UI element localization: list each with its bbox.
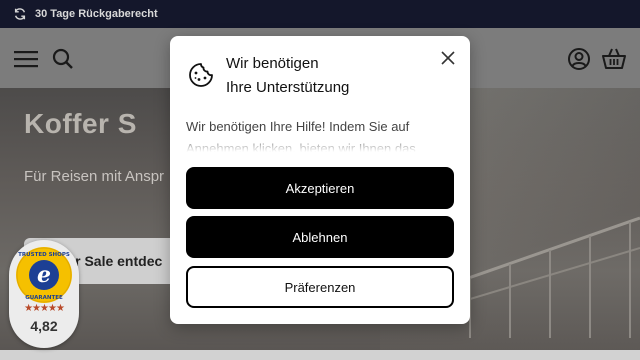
rating-value: 4,82: [30, 318, 58, 334]
hero-title: Koffer S: [24, 108, 137, 139]
hero-subtitle: Für Reisen mit Anspr: [24, 168, 165, 185]
modal-title-line-1: Wir benötigen: [226, 55, 319, 72]
modal-body-text: Wir benötigen Ihre Hilfe! Indem Sie auf …: [186, 119, 416, 152]
seal-letter: e: [37, 262, 51, 288]
seal-top-text: TRUSTED SHOPS: [18, 252, 70, 258]
content-strip: [0, 350, 640, 360]
trusted-shops-badge[interactable]: e TRUSTED SHOPS GUARANTEE ★★★★★ 4,82: [9, 240, 79, 348]
hero-railing-graphic: [440, 216, 640, 338]
refresh-icon: [14, 8, 26, 20]
accept-button[interactable]: Akzeptieren: [186, 167, 454, 209]
account-icon[interactable]: [566, 46, 592, 72]
preferences-button[interactable]: Präferenzen: [186, 266, 454, 308]
cookie-icon: [189, 63, 213, 87]
menu-icon[interactable]: [13, 46, 39, 72]
return-policy-text: 30 Tage Rückgaberecht: [35, 8, 158, 20]
basket-icon[interactable]: [601, 46, 627, 72]
modal-title: Wir benötigen Ihre Unterstützung: [226, 52, 426, 100]
modal-title-line-2: Ihre Unterstützung: [226, 79, 350, 96]
close-icon[interactable]: [440, 50, 456, 66]
seal-bottom-text: GUARANTEE: [25, 295, 63, 301]
decline-button[interactable]: Ablehnen: [186, 216, 454, 258]
rating-stars: ★★★★★: [24, 303, 65, 314]
trusted-shops-seal-icon: e TRUSTED SHOPS GUARANTEE: [16, 247, 72, 303]
search-icon[interactable]: [50, 46, 76, 72]
announcement-bar: 30 Tage Rückgaberecht: [0, 0, 640, 28]
cookie-consent-modal: Wir benötigen Ihre Unterstützung Wir ben…: [170, 36, 470, 324]
